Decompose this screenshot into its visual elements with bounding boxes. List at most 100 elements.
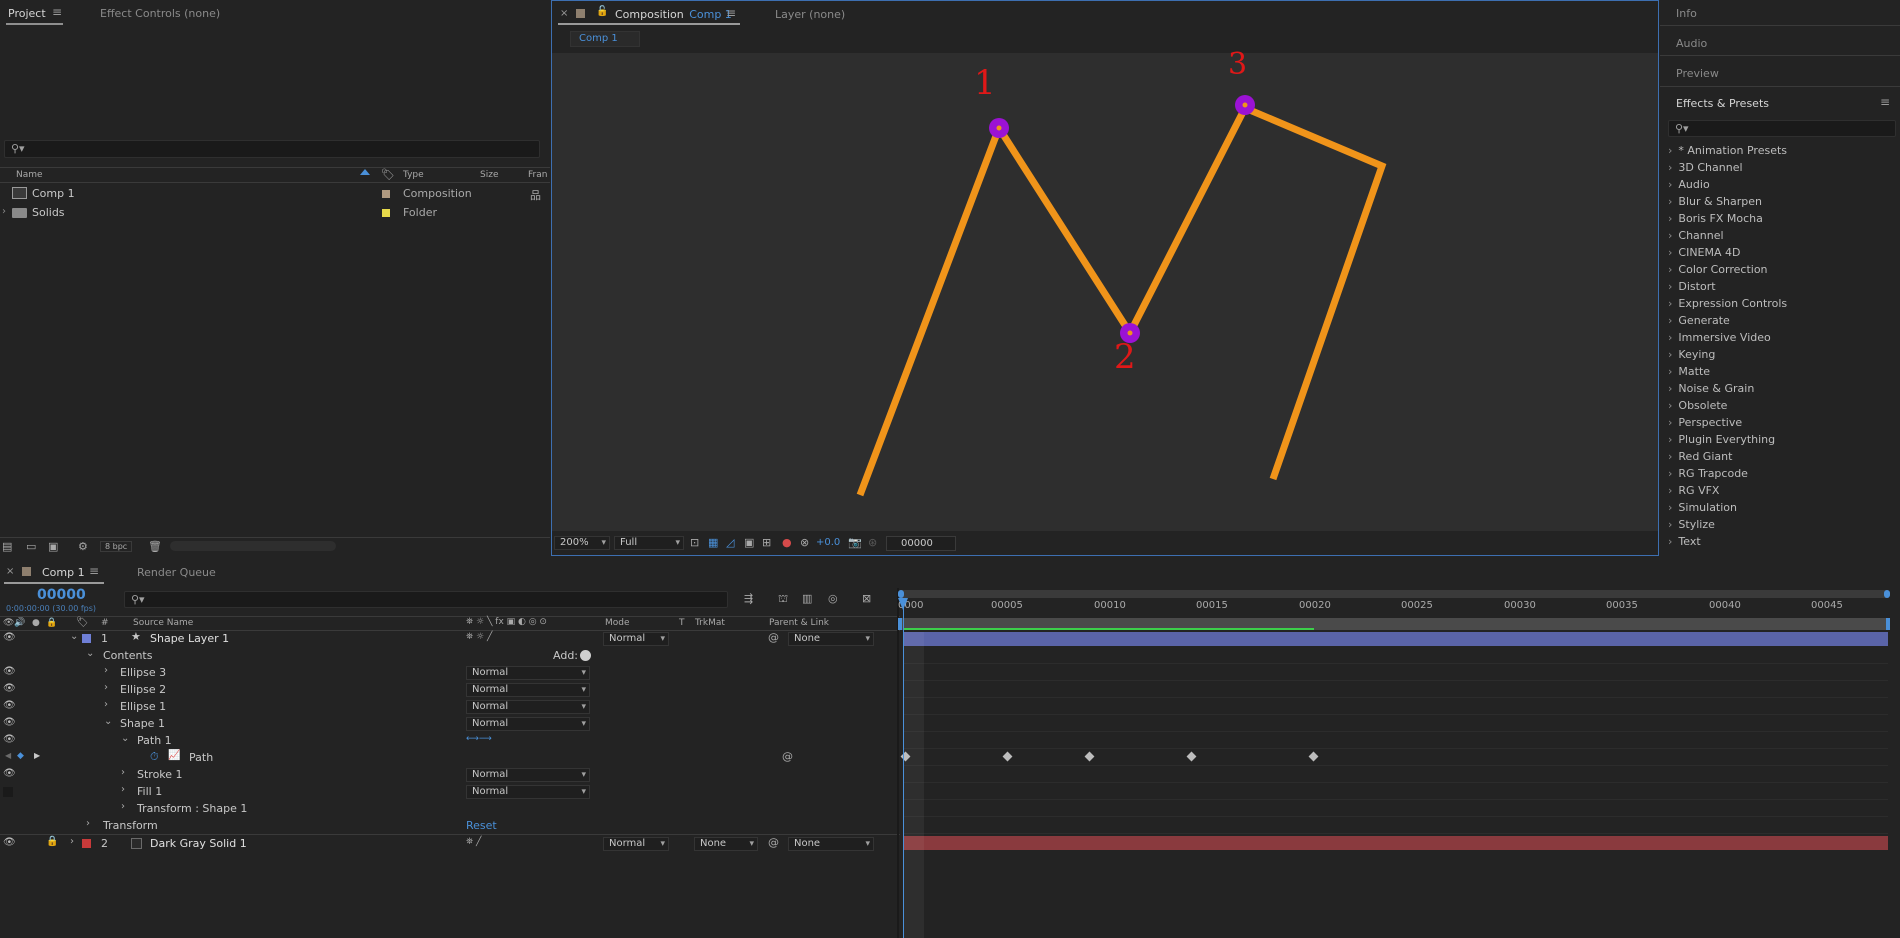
comp-subtab[interactable]: Comp 1 bbox=[570, 31, 640, 47]
layer-parent-dropdown[interactable]: None ▾ bbox=[788, 837, 874, 851]
blend-mode-dropdown[interactable]: Normal ▾ bbox=[466, 785, 590, 799]
project-item-solids[interactable]: › Solids Folder bbox=[0, 205, 550, 222]
trash-icon[interactable]: 🗑 bbox=[148, 540, 162, 553]
flowchart-icon[interactable]: 品 bbox=[530, 187, 541, 203]
lock-icon[interactable]: 🔒 bbox=[46, 836, 58, 847]
project-scrollbar[interactable] bbox=[170, 541, 336, 551]
contents-row[interactable]: ⌄ Contents Add: bbox=[0, 647, 900, 664]
blend-mode-dropdown[interactable]: Normal ▾ bbox=[466, 768, 590, 782]
header-parent[interactable]: Parent & Link bbox=[769, 618, 829, 628]
layer-parent-dropdown[interactable]: None ▾ bbox=[788, 632, 874, 646]
chevron-right-icon[interactable]: › bbox=[104, 699, 108, 710]
effects-item[interactable]: › Blur & Sharpen bbox=[1668, 195, 1762, 208]
frame-blending-icon[interactable]: ◎ bbox=[828, 592, 838, 605]
header-mode[interactable]: Mode bbox=[605, 618, 630, 628]
project-search-input[interactable]: ⚲▾ bbox=[4, 140, 540, 158]
resolution-dropdown[interactable]: Full ▾ bbox=[614, 536, 684, 550]
effects-item[interactable]: › Red Giant bbox=[1668, 450, 1732, 463]
chevron-down-icon[interactable]: ⌄ bbox=[86, 648, 94, 659]
path-direction-icon[interactable]: ⟷⟶ bbox=[466, 734, 492, 744]
comp-canvas[interactable] bbox=[552, 53, 1658, 531]
effects-item[interactable]: › 3D Channel bbox=[1668, 161, 1743, 174]
layer-switches[interactable]: ⛯ ╱ bbox=[466, 837, 481, 847]
fill1-row[interactable]: › Fill 1 Normal ▾ bbox=[0, 783, 900, 800]
col-size[interactable]: Size bbox=[480, 170, 498, 180]
effects-item[interactable]: › Plugin Everything bbox=[1668, 433, 1775, 446]
pickwhip-icon[interactable]: @ bbox=[768, 836, 779, 849]
blend-mode-dropdown[interactable]: Normal ▾ bbox=[466, 700, 590, 714]
layer2-bar[interactable] bbox=[904, 836, 1888, 850]
effects-item[interactable]: › Simulation bbox=[1668, 501, 1737, 514]
chevron-down-icon[interactable]: ⌄ bbox=[104, 716, 112, 727]
composition-menu-icon[interactable]: ≡ bbox=[726, 6, 736, 20]
effects-item[interactable]: › Matte bbox=[1668, 365, 1710, 378]
tab-layer[interactable]: Layer (none) bbox=[775, 8, 845, 21]
blend-mode-dropdown[interactable]: Normal ▾ bbox=[466, 683, 590, 697]
ellipse3-row[interactable]: 👁 › Ellipse 3 Normal ▾ bbox=[0, 664, 900, 681]
layer-switches[interactable]: ⛯ ☼ ╱ bbox=[466, 632, 492, 642]
chevron-right-icon[interactable]: › bbox=[104, 665, 108, 676]
effects-item[interactable]: › Keying bbox=[1668, 348, 1715, 361]
chevron-right-icon[interactable]: › bbox=[86, 818, 90, 829]
col-name[interactable]: Name bbox=[16, 170, 43, 180]
stopwatch-icon[interactable]: ⏱ bbox=[150, 750, 159, 764]
effects-item[interactable]: › Perspective bbox=[1668, 416, 1742, 429]
new-comp-icon[interactable]: ▣ bbox=[48, 540, 58, 553]
color-channel-icon[interactable]: ● bbox=[782, 536, 792, 549]
chevron-right-icon[interactable]: › bbox=[121, 767, 125, 778]
shape-path[interactable] bbox=[856, 103, 1387, 497]
add-button[interactable] bbox=[580, 650, 591, 661]
shape1-row[interactable]: 👁 ⌄ Shape 1 Normal ▾ bbox=[0, 715, 900, 732]
tab-project[interactable]: Project bbox=[8, 7, 46, 20]
effects-item[interactable]: › Expression Controls bbox=[1668, 297, 1787, 310]
panel-audio[interactable]: Audio bbox=[1676, 37, 1707, 50]
effects-item[interactable]: › Obsolete bbox=[1668, 399, 1727, 412]
transform-shape-row[interactable]: › Transform : Shape 1 bbox=[0, 800, 900, 817]
interpret-footage-icon[interactable]: ▤ bbox=[2, 540, 12, 553]
layer-name[interactable]: Shape Layer 1 bbox=[150, 632, 229, 645]
panel-preview[interactable]: Preview bbox=[1676, 67, 1719, 80]
project-item-comp[interactable]: Comp 1 Composition 品 bbox=[0, 186, 550, 203]
fill-toggle-off[interactable] bbox=[3, 787, 13, 797]
eye-icon[interactable]: 👁 bbox=[3, 666, 16, 677]
col-frame[interactable]: Fran bbox=[528, 170, 547, 180]
blend-mode-dropdown[interactable]: Normal ▾ bbox=[466, 666, 590, 680]
hide-shy-icon[interactable]: ▥ bbox=[802, 592, 812, 605]
snapshot-icon[interactable]: 📷 bbox=[848, 536, 862, 549]
fast-previews-icon[interactable]: ⊡ bbox=[690, 536, 699, 549]
tab-render-queue[interactable]: Render Queue bbox=[137, 566, 216, 579]
color-management-icon[interactable]: ⊗ bbox=[800, 536, 809, 549]
project-menu-icon[interactable]: ≡ bbox=[52, 5, 62, 19]
reset-link[interactable]: Reset bbox=[466, 819, 497, 832]
layer-mode-dropdown[interactable]: Normal ▾ bbox=[603, 632, 669, 646]
effects-item[interactable]: › Distort bbox=[1668, 280, 1716, 293]
chevron-down-icon[interactable]: ⌄ bbox=[121, 733, 129, 744]
keyframe-diamond-icon[interactable]: ◆ bbox=[17, 751, 24, 761]
label-tag-icon[interactable]: 🏷 bbox=[381, 168, 395, 181]
transparency-grid-icon[interactable]: ▦ bbox=[708, 536, 718, 549]
layer-name[interactable]: Dark Gray Solid 1 bbox=[150, 837, 247, 850]
work-area-end[interactable] bbox=[1886, 618, 1890, 630]
mask-visibility-icon[interactable]: ◿ bbox=[726, 536, 734, 549]
playhead-handle[interactable] bbox=[898, 598, 908, 610]
chevron-right-icon[interactable]: › bbox=[104, 682, 108, 693]
label-color-swatch[interactable] bbox=[382, 209, 390, 217]
effects-menu-icon[interactable]: ≡ bbox=[1880, 95, 1890, 109]
eye-icon[interactable]: 👁 bbox=[3, 717, 16, 728]
close-icon[interactable]: × bbox=[560, 8, 568, 19]
tab-effect-controls[interactable]: Effect Controls (none) bbox=[100, 7, 220, 20]
chevron-right-icon[interactable]: › bbox=[121, 801, 125, 812]
effects-item[interactable]: › Generate bbox=[1668, 314, 1730, 327]
layer1-bar[interactable] bbox=[904, 632, 1888, 646]
exposure-value[interactable]: +0.0 bbox=[816, 537, 840, 548]
eye-icon[interactable]: 👁 bbox=[3, 683, 16, 694]
chevron-right-icon[interactable]: › bbox=[121, 784, 125, 795]
path1-row[interactable]: 👁 ⌄ Path 1 ⟷⟶ bbox=[0, 732, 900, 749]
settings-icon[interactable]: ⚙ bbox=[78, 540, 88, 553]
show-snapshot-icon[interactable]: ⊛ bbox=[868, 536, 877, 549]
viewer[interactable]: 1 2 3 bbox=[552, 47, 1658, 531]
layer-row-2[interactable]: 👁 🔒 › 2 Dark Gray Solid 1 ⛯ ╱ Normal ▾ No… bbox=[0, 834, 900, 851]
zoom-dropdown[interactable]: 200% ▾ bbox=[554, 536, 610, 550]
chevron-down-icon[interactable]: ⌄ bbox=[70, 631, 78, 642]
chevron-right-icon[interactable]: › bbox=[70, 836, 74, 847]
